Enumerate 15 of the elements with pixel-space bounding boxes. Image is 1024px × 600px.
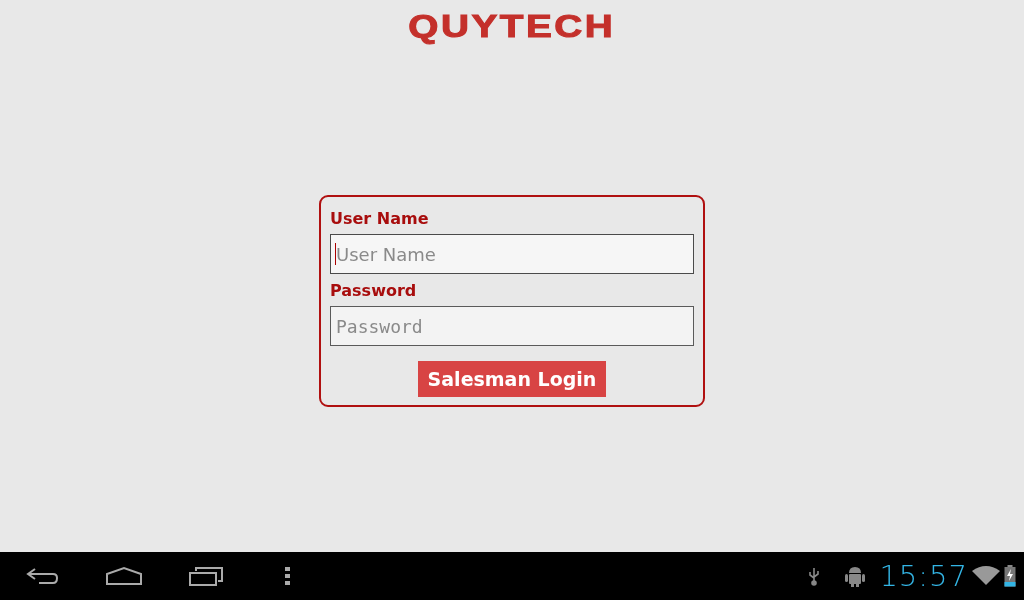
logo: QUYTECH [408,9,616,45]
login-button[interactable]: Salesman Login [417,361,607,397]
usb-icon [807,566,822,586]
clock: 15:57 [879,559,968,593]
back-icon[interactable] [25,566,59,586]
recent-apps-icon[interactable] [188,565,224,587]
battery-icon [1004,565,1016,587]
field-label: User Name [330,209,430,228]
password-field[interactable]: Password [330,306,694,346]
username-field[interactable]: User Name [330,234,694,274]
home-icon[interactable] [105,566,143,586]
wifi-icon [972,566,1000,586]
field-label: Password [330,281,418,300]
android-icon [845,565,866,587]
menu-icon[interactable] [285,567,291,585]
